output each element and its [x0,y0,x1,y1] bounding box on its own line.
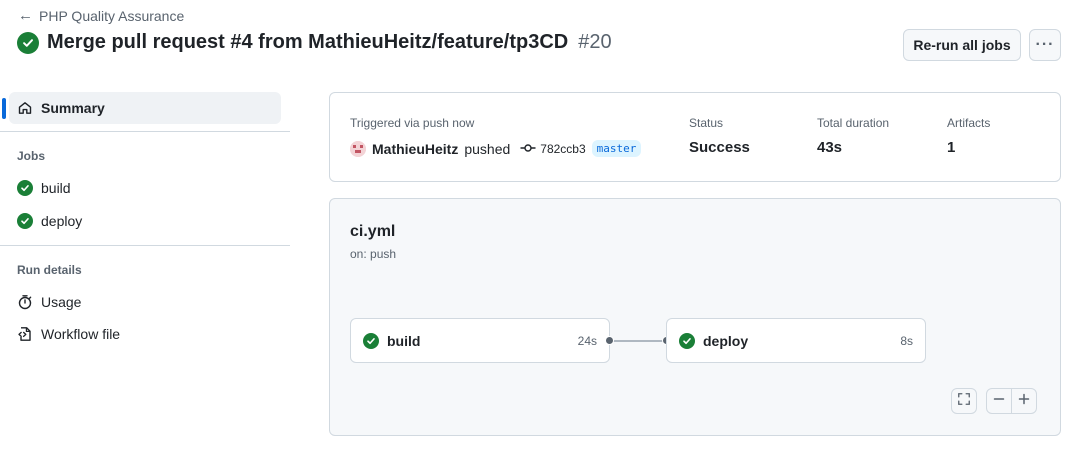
zoom-out-button[interactable] [986,388,1012,414]
success-check-icon [17,213,33,229]
duration-label: Total duration [817,116,890,130]
job-node-name: deploy [703,332,749,349]
artifacts-value[interactable]: 1 [947,139,990,156]
screen-full-icon [957,392,971,411]
sidebar-item-build[interactable]: build [17,180,71,196]
trigger-details: MathieuHeitz pushed 782ccb3 master [350,140,642,157]
more-options-button[interactable]: ··· [1029,29,1061,61]
status-label: Status [689,116,724,130]
divider [0,131,290,132]
back-link-label: PHP Quality Assurance [39,7,185,24]
actor-link[interactable]: MathieuHeitz [372,141,458,157]
job-node-build[interactable]: build 24s [350,318,610,363]
connector-dot [605,336,614,345]
active-indicator [2,98,6,119]
run-summary-card: Triggered via push now MathieuHeitz push… [329,92,1061,182]
status-field: Status Success [689,116,750,156]
stopwatch-icon [17,294,33,310]
sidebar-item-summary-label: Summary [41,100,105,116]
page-title-row: Merge pull request #4 from MathieuHeitz/… [17,31,612,54]
page-title: Merge pull request #4 from MathieuHeitz/… [47,31,569,53]
sidebar-item-build-label: build [41,180,71,196]
branch-label[interactable]: master [591,140,642,157]
success-check-icon [363,332,379,349]
zoom-in-button[interactable] [1011,388,1037,414]
job-node-duration: 8s [900,333,913,348]
duration-field: Total duration 43s [817,116,889,156]
trigger-action: pushed [464,140,511,157]
artifacts-label: Artifacts [947,116,991,130]
run-details-heading: Run details [17,263,82,277]
status-value: Success [689,139,750,156]
commit-link[interactable]: 782ccb3 [520,141,586,156]
rerun-all-jobs-button[interactable]: Re-run all jobs [903,29,1021,61]
sidebar-item-deploy[interactable]: deploy [17,213,82,229]
success-check-icon [17,31,39,54]
kebab-horizontal-icon: ··· [1035,36,1055,53]
duration-value: 43s [817,139,843,156]
job-node-deploy[interactable]: deploy 8s [666,318,926,363]
file-code-icon [17,326,33,342]
plus-icon [1018,392,1030,410]
minus-icon [993,392,1005,410]
sidebar-item-usage[interactable]: Usage [17,294,81,310]
sidebar-item-deploy-label: deploy [41,213,83,229]
sidebar-item-usage-label: Usage [41,294,82,310]
jobs-heading: Jobs [17,149,46,163]
commit-sha: 782ccb3 [540,141,586,156]
job-node-name: build [387,332,421,349]
workflow-trigger: on: push [350,247,397,261]
run-number: #20 [578,31,612,53]
sidebar-item-workflow-file-label: Workflow file [41,326,121,342]
trigger-label: Triggered via push now [350,116,475,130]
sidebar-item-workflow-file[interactable]: Workflow file [17,326,120,342]
back-link[interactable]: ← PHP Quality Assurance [18,7,184,24]
success-check-icon [679,332,695,349]
arrow-left-icon: ← [18,7,33,24]
workflow-file-name: ci.yml [350,223,396,240]
avatar[interactable] [350,140,366,157]
workflow-graph-card: ci.yml on: push build 24s deploy 8s [329,198,1061,436]
job-node-duration: 24s [577,333,597,348]
artifacts-field: Artifacts 1 [947,116,990,156]
fullscreen-button[interactable] [951,388,977,414]
success-check-icon [17,180,33,196]
sidebar-item-summary[interactable]: Summary [2,92,281,124]
home-icon [17,100,33,116]
divider [0,245,290,246]
git-commit-icon [520,142,536,156]
job-connector [610,340,668,342]
